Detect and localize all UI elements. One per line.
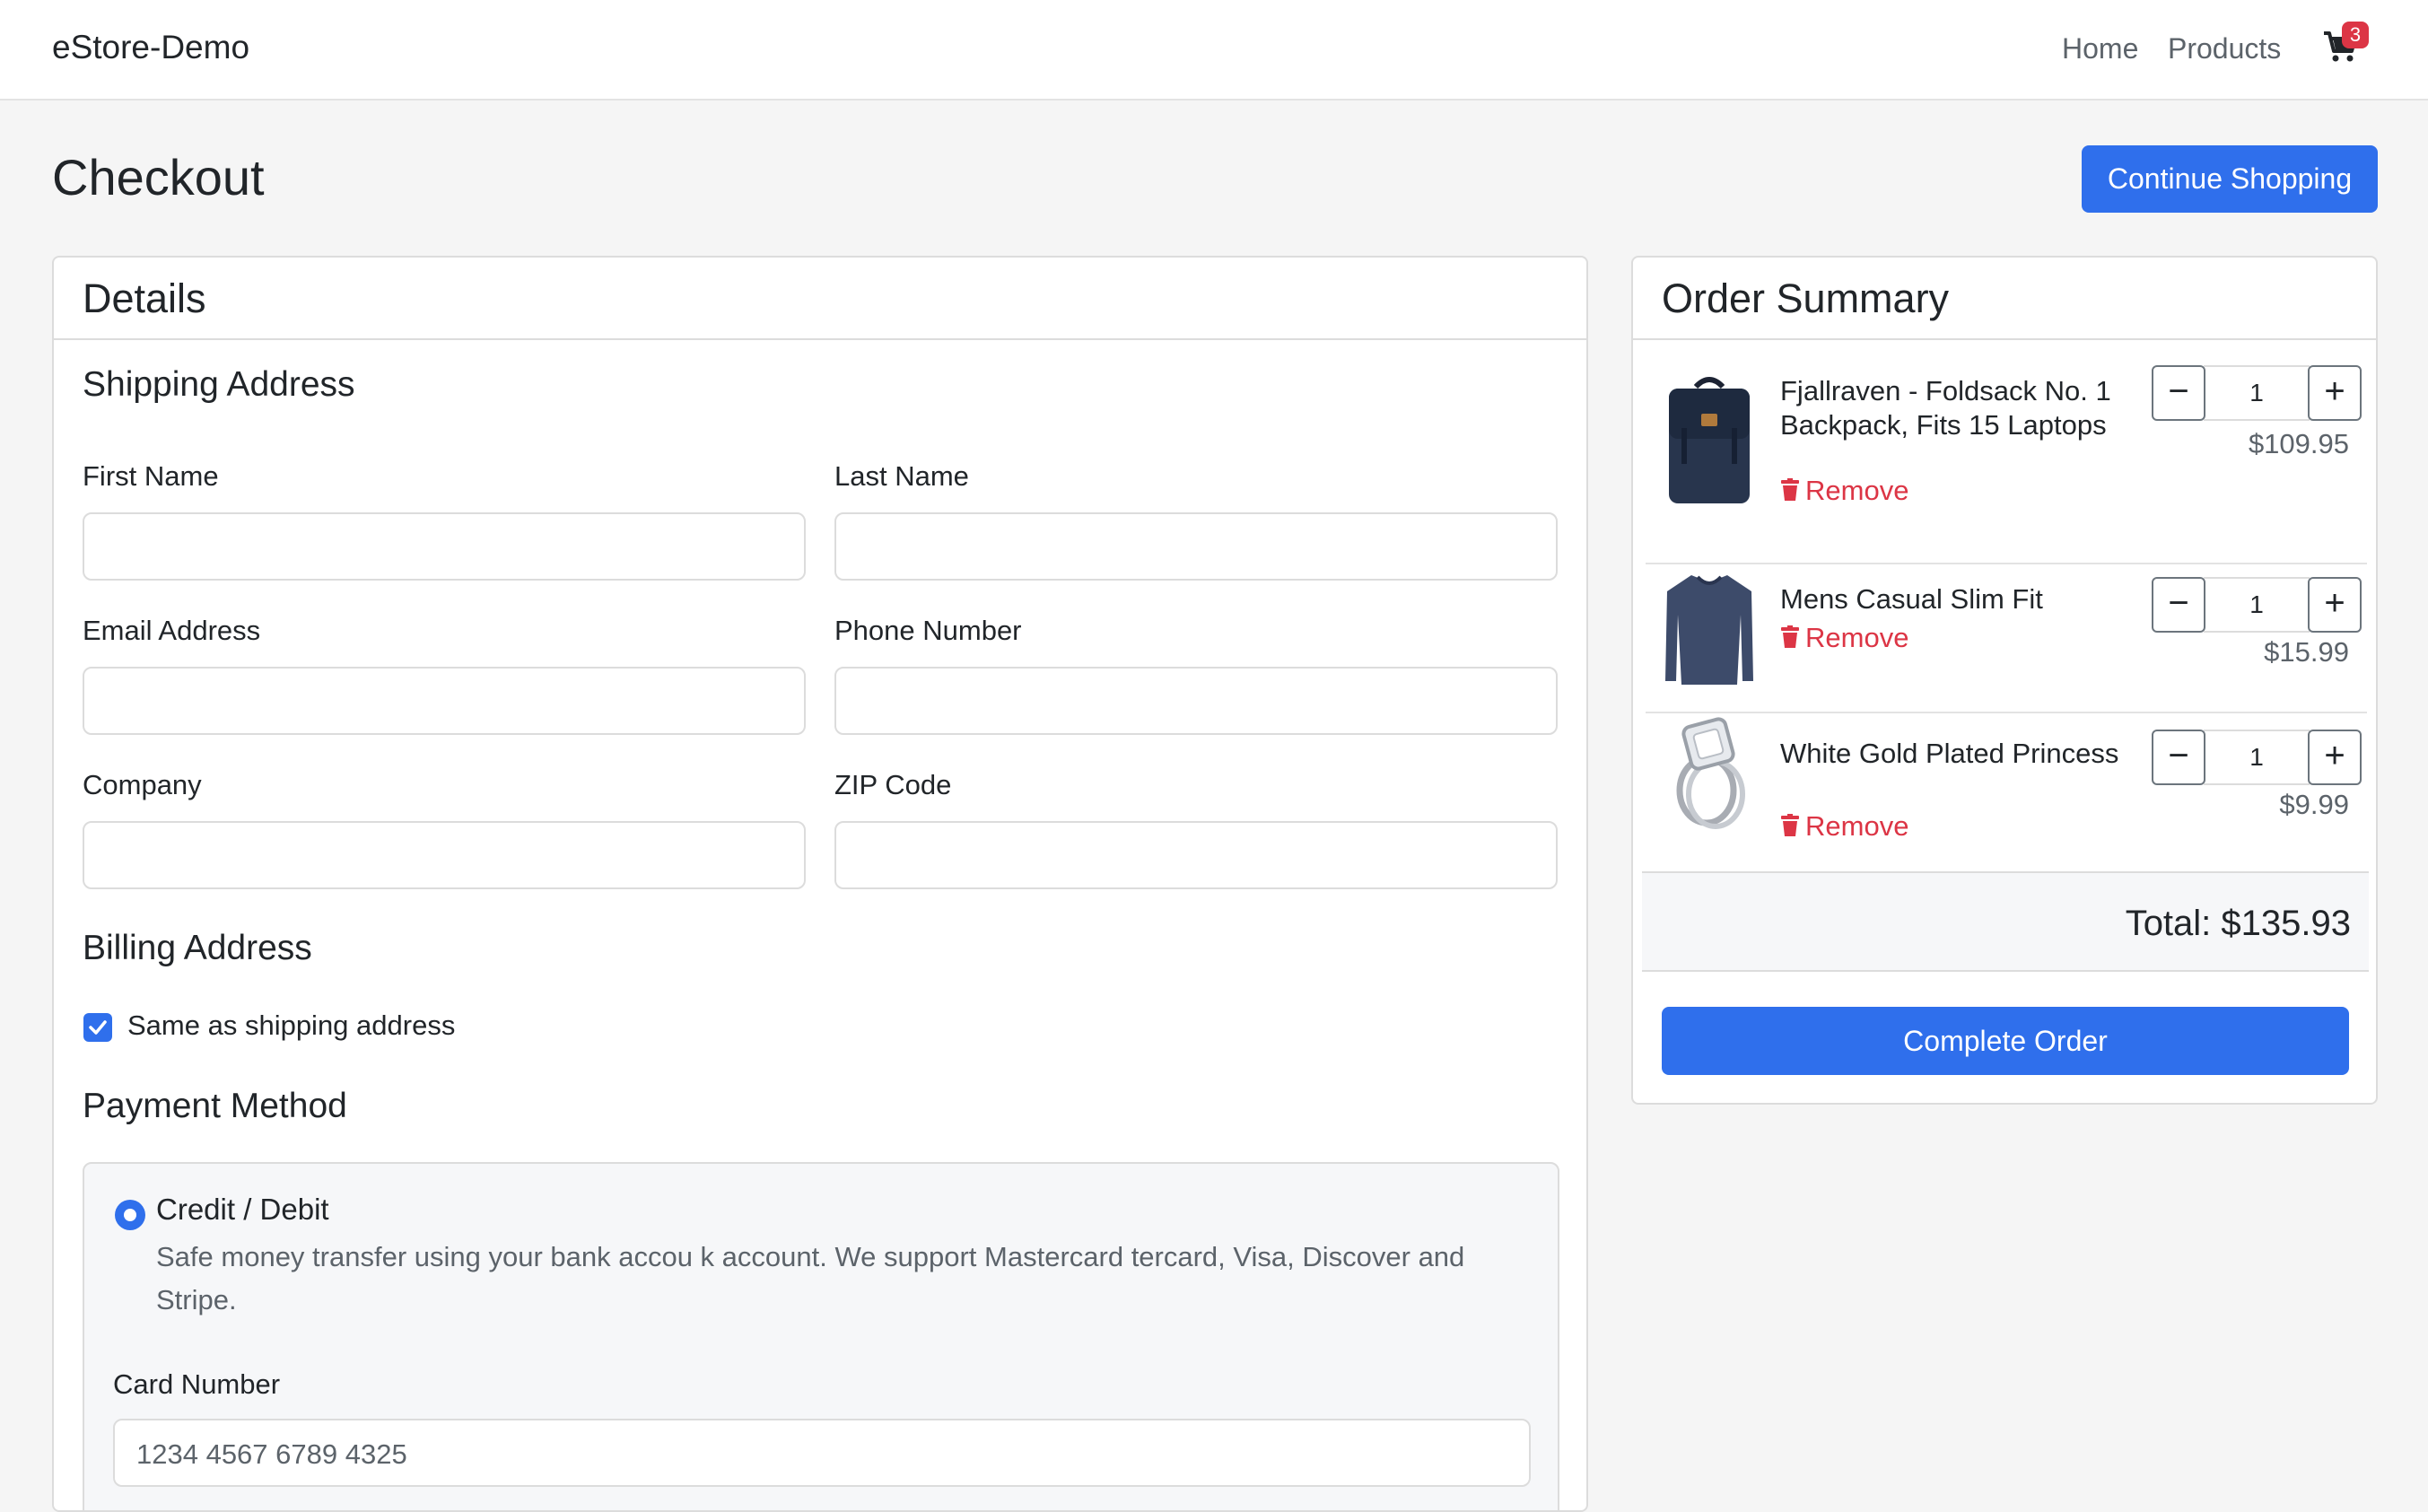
remove-label: Remove xyxy=(1805,622,1909,653)
continue-shopping-button[interactable]: Continue Shopping xyxy=(2082,145,2378,213)
quantity-stepper[interactable]: − 1 + xyxy=(2152,730,2362,785)
phone-input[interactable] xyxy=(834,667,1558,735)
ring-image xyxy=(1676,717,1745,829)
card-number-label: Card Number xyxy=(113,1368,281,1400)
navbar: eStore-Demo Home Products 3 xyxy=(0,0,2428,101)
nav-link-products[interactable]: Products xyxy=(2168,32,2281,66)
backpack-image xyxy=(1669,377,1750,503)
item-price: $109.95 xyxy=(2248,428,2349,459)
order-summary-title: Order Summary xyxy=(1633,258,2376,340)
zip-input[interactable] xyxy=(834,821,1558,889)
item-name: Fjallraven - Foldsack No. 1 Backpack, Fi… xyxy=(1780,375,2111,441)
item-name: Mens Casual Slim Fit xyxy=(1780,583,2043,615)
order-total: Total: $135.93 xyxy=(2125,904,2351,943)
company-label: Company xyxy=(83,769,202,800)
first-name-label: First Name xyxy=(83,460,219,492)
company-input[interactable] xyxy=(83,821,806,889)
last-name-input[interactable] xyxy=(834,512,1558,581)
checkmark-icon xyxy=(89,1020,107,1035)
quantity-stepper[interactable]: − 1 + xyxy=(2152,365,2362,421)
order-total-row: Total: $135.93 xyxy=(1642,871,2369,972)
same-as-shipping-checkbox[interactable] xyxy=(83,1013,112,1042)
order-item: Mens Casual Slim Fit Remove − 1 + $15.99 xyxy=(1646,561,2367,704)
increase-quantity-button[interactable]: + xyxy=(2308,577,2362,633)
remove-item-button[interactable]: Remove xyxy=(1780,810,1908,843)
details-card: Details Shipping Address First Name Last… xyxy=(52,256,1588,1512)
payment-method-title: Payment Method xyxy=(83,1087,347,1125)
order-summary-card: Order Summary Fjallraven - Foldsack No. … xyxy=(1631,256,2378,1105)
cart-count-badge: 3 xyxy=(2342,22,2369,48)
billing-address-title: Billing Address xyxy=(83,929,312,967)
item-price: $15.99 xyxy=(2264,636,2349,668)
remove-item-button[interactable]: Remove xyxy=(1780,475,1908,507)
card-number-input[interactable]: 1234 4567 6789 4325 xyxy=(113,1419,1531,1487)
same-as-shipping-label[interactable]: Same as shipping address xyxy=(127,1009,455,1042)
increase-quantity-button[interactable]: + xyxy=(2308,730,2362,785)
remove-label: Remove xyxy=(1805,475,1909,506)
quantity-input[interactable]: 1 xyxy=(2204,577,2310,633)
shipping-address-title: Shipping Address xyxy=(83,365,355,404)
quantity-input[interactable]: 1 xyxy=(2204,365,2310,421)
phone-label: Phone Number xyxy=(834,615,1022,646)
order-item: Fjallraven - Foldsack No. 1 Backpack, Fi… xyxy=(1646,365,2367,545)
details-card-title: Details xyxy=(54,258,1586,340)
brand-logo[interactable]: eStore-Demo xyxy=(52,29,249,66)
trash-icon xyxy=(1781,625,1799,648)
payment-option-credit[interactable]: Credit / Debit Safe money transfer using… xyxy=(83,1162,1559,1510)
zip-label: ZIP Code xyxy=(834,769,952,800)
decrease-quantity-button[interactable]: − xyxy=(2152,365,2205,421)
decrease-quantity-button[interactable]: − xyxy=(2152,730,2205,785)
complete-order-button[interactable]: Complete Order xyxy=(1662,1007,2349,1075)
quantity-stepper[interactable]: − 1 + xyxy=(2152,577,2362,633)
trash-icon xyxy=(1781,478,1799,501)
nav-link-home[interactable]: Home xyxy=(2062,32,2138,66)
page-title: Checkout xyxy=(52,149,265,205)
increase-quantity-button[interactable]: + xyxy=(2308,365,2362,421)
order-item: White Gold Plated Princess Remove − 1 + … xyxy=(1646,710,2367,862)
first-name-input[interactable] xyxy=(83,512,806,581)
shirt-image xyxy=(1665,575,1753,685)
credit-debit-description: Safe money transfer using your bank acco… xyxy=(156,1241,1465,1315)
remove-label: Remove xyxy=(1805,810,1909,842)
last-name-label: Last Name xyxy=(834,460,969,492)
item-name: White Gold Plated Princess xyxy=(1780,738,2119,769)
cart-button[interactable]: 3 xyxy=(2322,22,2369,66)
quantity-input[interactable]: 1 xyxy=(2204,730,2310,785)
trash-icon xyxy=(1781,814,1799,836)
credit-debit-radio[interactable] xyxy=(115,1200,145,1230)
decrease-quantity-button[interactable]: − xyxy=(2152,577,2205,633)
email-label: Email Address xyxy=(83,615,261,646)
remove-item-button[interactable]: Remove xyxy=(1780,622,1908,654)
item-price: $9.99 xyxy=(2279,789,2349,820)
email-input[interactable] xyxy=(83,667,806,735)
credit-debit-label: Credit / Debit xyxy=(156,1193,329,1226)
